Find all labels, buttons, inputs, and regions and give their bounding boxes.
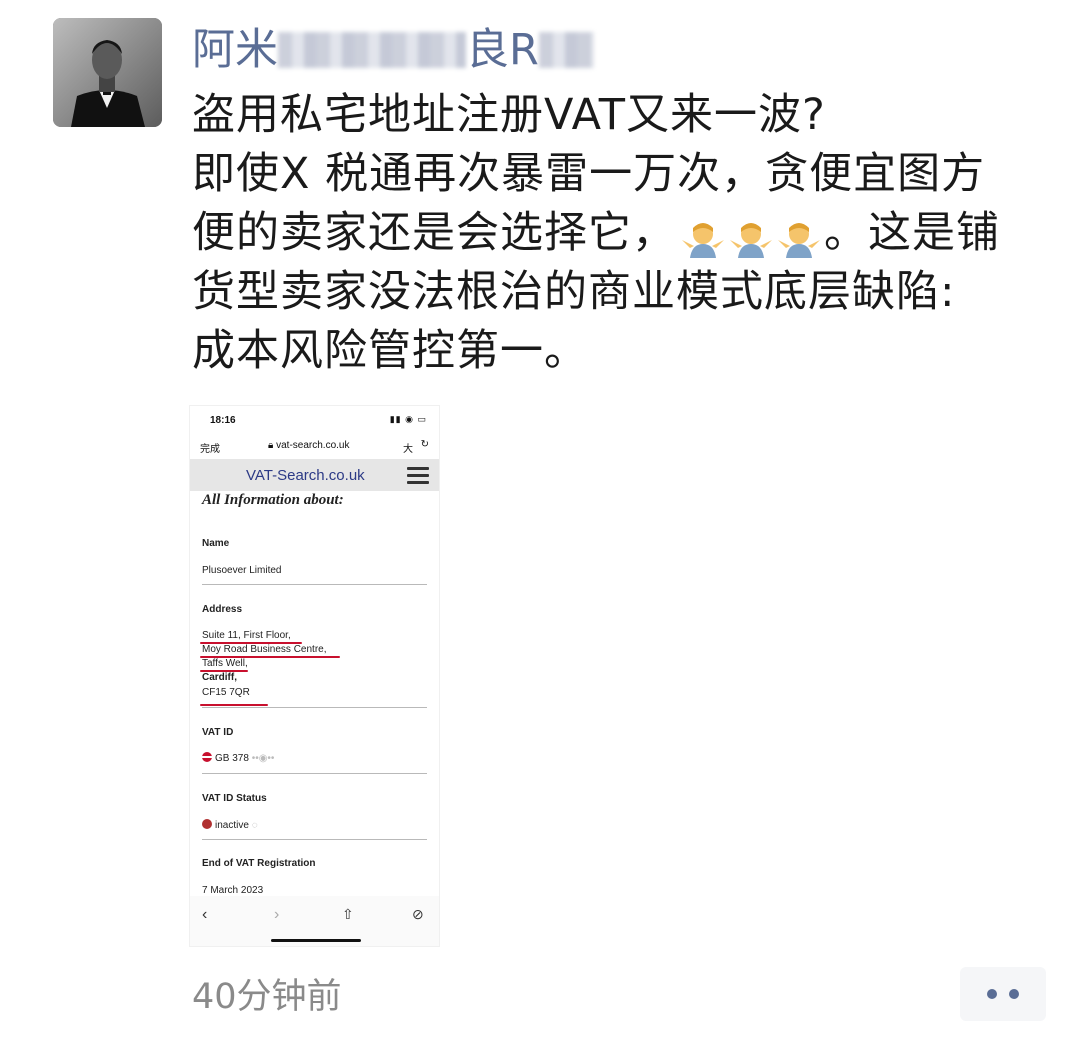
vat-id-label: VAT ID [202, 727, 234, 738]
attached-screenshot[interactable]: 18:16 ▮▮ ◉ ▭ 完成 🔒︎ vat-search.co.uk 大 ↻ … [189, 405, 440, 947]
address-line: Taffs Well, [202, 658, 248, 669]
post-line-emoji: 便的卖家还是会选择它， 。这是铺 [192, 204, 1052, 263]
red-annotation-stroke [200, 656, 340, 658]
done-label: 完成 [200, 444, 220, 455]
person-shrugging-emoji [778, 222, 820, 258]
vat-status-label: VAT ID Status [202, 793, 267, 804]
post-text: 盗用私宅地址注册VAT又来一波? 即使X 税通再次暴雷一万次，贪便宜图方 便的卖… [192, 86, 1052, 381]
divider [202, 839, 427, 840]
person-shrugging-emoji [730, 222, 772, 258]
red-annotation-stroke [200, 704, 268, 706]
loading-icon: ◌ [251, 820, 258, 831]
info-heading: All Information about: [202, 492, 344, 508]
author-name[interactable]: 阿米 良R [192, 22, 594, 78]
status-time: 18:16 [210, 415, 236, 426]
reload-icon: ↻ [420, 439, 429, 450]
avatar[interactable] [53, 18, 162, 127]
post-time: 40分钟前 [192, 977, 342, 1017]
vat-status-value: inactive ◌ [202, 819, 258, 832]
compass-icon: ⊘ [412, 906, 424, 922]
forward-icon: › [274, 906, 280, 923]
end-registration-label: End of VAT Registration [202, 858, 316, 869]
avatar-photo [53, 18, 162, 127]
divider [202, 707, 427, 708]
address-line: Suite 11, First Floor, [202, 630, 291, 641]
divider [202, 773, 427, 774]
red-annotation-stroke [200, 670, 248, 672]
author-name-mid: 良R [466, 25, 539, 75]
site-header: VAT-Search.co.uk [190, 459, 439, 491]
vat-id-number: GB 378 [215, 753, 249, 764]
person-shrugging-emoji [682, 222, 724, 258]
divider [202, 584, 427, 585]
name-value: Plusoever Limited [202, 565, 282, 576]
masked-name-blur-end [538, 32, 594, 68]
url-value: vat-search.co.uk [276, 440, 350, 451]
more-dots-icon [1009, 989, 1019, 999]
address-line: CF15 7QR [202, 687, 250, 698]
post-line-part: 便的卖家还是会选择它， [192, 208, 676, 258]
lock-icon: 🔒︎ [268, 440, 274, 451]
post-line: 货型卖家没法根治的商业模式底层缺陷: [192, 267, 956, 317]
post-line: 盗用私宅地址注册VAT又来一波? [192, 90, 826, 140]
browser-url-bar: 完成 🔒︎ vat-search.co.uk 大 ↻ [190, 436, 439, 458]
emoji-group [680, 206, 824, 265]
post-line-part: 。这是铺 [824, 208, 1000, 258]
masked-digits: ••◉•• [251, 753, 275, 764]
more-button[interactable] [960, 967, 1046, 1021]
status-dot-icon [202, 819, 212, 829]
uk-flag-icon [202, 752, 212, 762]
vat-id-value: GB 378 ••◉•• [202, 752, 274, 765]
url-text: 🔒︎ vat-search.co.uk [268, 440, 349, 451]
address-line: Moy Road Business Centre, [202, 644, 327, 655]
address-label: Address [202, 604, 243, 615]
masked-name-blur [278, 32, 466, 68]
name-label: Name [202, 538, 230, 549]
more-dots-icon [987, 989, 997, 999]
signal-icons: ▮▮ ◉ ▭ [389, 414, 427, 424]
hamburger-menu-icon [407, 467, 429, 488]
author-name-start: 阿米 [192, 25, 278, 75]
share-icon: ⇧ [342, 906, 354, 922]
status-bar: 18:16 ▮▮ ◉ ▭ [190, 406, 439, 436]
home-indicator [271, 939, 361, 942]
vat-status-text: inactive [215, 820, 249, 831]
text-size-label: 大 [403, 444, 413, 455]
back-icon: ‹ [202, 906, 208, 923]
site-title: VAT-Search.co.uk [246, 467, 365, 484]
post-line: 成本风险管控第一。 [192, 326, 588, 376]
post-line: 即使X 税通再次暴雷一万次，贪便宜图方 [192, 149, 986, 199]
address-line: Cardiff, [202, 672, 237, 683]
red-annotation-stroke [200, 642, 302, 644]
